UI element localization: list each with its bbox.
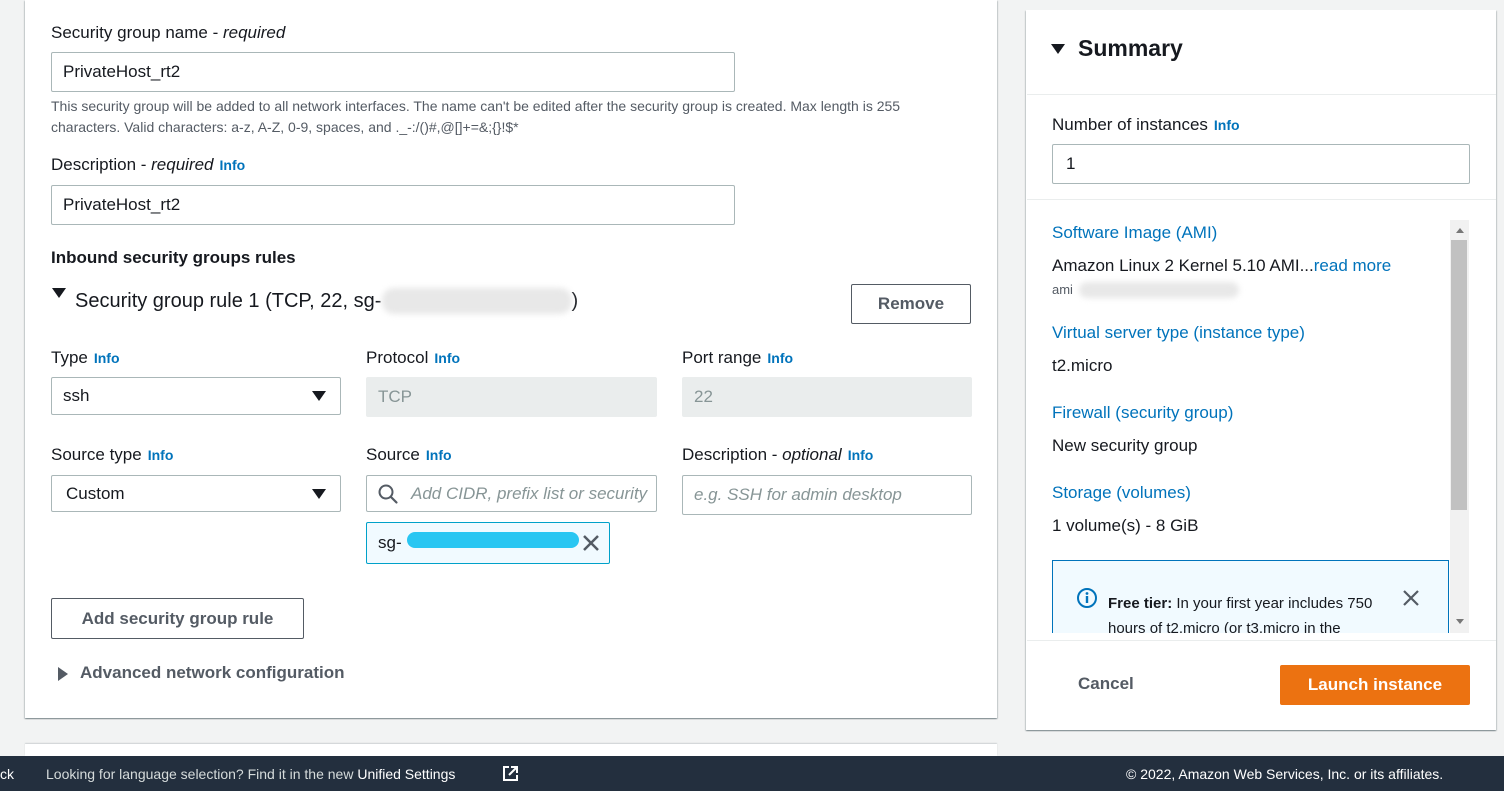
rule-description-info-link[interactable]: Info: [848, 447, 874, 463]
source-search-input[interactable]: Add CIDR, prefix list or security: [366, 475, 657, 512]
scroll-down-arrow-icon[interactable]: [1456, 619, 1464, 624]
source-type-label: Source type Info: [51, 445, 174, 464]
search-icon: [378, 484, 398, 504]
summary-divider: [1027, 640, 1496, 641]
summary-collapse-icon[interactable]: [1051, 44, 1065, 54]
firewall-value: New security group: [1052, 436, 1198, 455]
port-range-field: 22: [682, 377, 972, 417]
source-token: sg-: [366, 522, 610, 564]
instances-info-link[interactable]: Info: [1214, 117, 1240, 133]
external-link-icon: [503, 766, 518, 781]
sg-name-hint: This security group will be added to all…: [51, 98, 901, 135]
rule-expand-icon[interactable]: [52, 288, 66, 298]
rule-description-input[interactable]: e.g. SSH for admin desktop: [682, 475, 972, 515]
chevron-down-icon: [312, 391, 326, 401]
port-range-label: Port range Info: [682, 348, 794, 367]
footer-copyright: © 2022, Amazon Web Services, Inc. or its…: [1126, 766, 1444, 782]
free-tier-text: Free tier: In your first year includes 7…: [1108, 595, 1373, 633]
next-section-panel: [25, 744, 997, 756]
redacted-source-id: [407, 532, 579, 548]
launch-instance-button[interactable]: Launch instance: [1280, 665, 1470, 705]
source-type-info-link[interactable]: Info: [148, 447, 174, 463]
source-label: Source Info: [366, 445, 452, 464]
footer-language-text: Looking for language selection? Find it …: [46, 766, 456, 782]
redacted-ami-id: [1079, 282, 1239, 298]
add-security-group-rule-button[interactable]: Add security group rule: [51, 598, 304, 639]
storage-value: 1 volume(s) - 8 GiB: [1052, 516, 1199, 535]
rule-description-label: Description - optional Info: [682, 445, 874, 464]
sg-name-label: Security group name - required: [51, 23, 286, 42]
description-label: Description - required Info: [51, 155, 246, 174]
source-type-select[interactable]: Custom: [51, 475, 341, 512]
summary-details: Software Image (AMI) Amazon Linux 2 Kern…: [1027, 220, 1470, 633]
close-icon[interactable]: [1401, 588, 1421, 608]
chevron-down-icon: [312, 488, 326, 499]
chevron-right-icon[interactable]: [58, 667, 68, 681]
protocol-info-link[interactable]: Info: [434, 350, 460, 366]
scroll-up-arrow-icon[interactable]: [1456, 228, 1464, 233]
footer: ck Looking for language selection? Find …: [0, 756, 1504, 791]
sg-name-input[interactable]: PrivateHost_rt2: [51, 52, 735, 92]
close-icon[interactable]: [581, 533, 601, 553]
firewall-link[interactable]: Firewall (security group): [1052, 403, 1233, 423]
type-info-link[interactable]: Info: [94, 350, 120, 366]
cancel-button[interactable]: Cancel: [1078, 674, 1134, 694]
instances-label: Number of instances Info: [1052, 115, 1240, 134]
type-select[interactable]: ssh: [51, 377, 341, 415]
type-label: Type Info: [51, 348, 120, 367]
footer-feedback-fragment[interactable]: ck: [0, 766, 14, 782]
advanced-network-config-toggle[interactable]: Advanced network configuration: [80, 663, 344, 683]
protocol-label: Protocol Info: [366, 348, 461, 367]
summary-title: Summary: [1078, 35, 1183, 61]
ami-link[interactable]: Software Image (AMI): [1052, 223, 1217, 243]
instance-type-value: t2.micro: [1052, 356, 1113, 375]
instances-input[interactable]: 1: [1052, 144, 1470, 184]
description-info-link[interactable]: Info: [220, 157, 246, 173]
scrollbar-thumb[interactable]: [1451, 240, 1467, 510]
remove-rule-button[interactable]: Remove: [851, 284, 971, 324]
redacted-sg-id: [382, 288, 572, 314]
summary-divider: [1027, 94, 1496, 95]
port-range-info-link[interactable]: Info: [767, 350, 793, 366]
source-info-link[interactable]: Info: [426, 447, 452, 463]
inbound-rules-heading: Inbound security groups rules: [51, 248, 296, 267]
summary-scrollbar[interactable]: [1450, 220, 1469, 633]
description-input[interactable]: PrivateHost_rt2: [51, 185, 735, 225]
read-more-link[interactable]: read more: [1314, 256, 1391, 275]
instance-type-link[interactable]: Virtual server type (instance type): [1052, 323, 1305, 343]
protocol-field: TCP: [366, 377, 657, 417]
ami-value: Amazon Linux 2 Kernel 5.10 AMI...read mo…: [1052, 256, 1392, 275]
summary-divider: [1027, 199, 1496, 200]
ami-id: ami: [1052, 282, 1073, 297]
free-tier-alert: Free tier: In your first year includes 7…: [1052, 560, 1449, 633]
storage-link[interactable]: Storage (volumes): [1052, 483, 1191, 503]
unified-settings-link[interactable]: Unified Settings: [357, 766, 455, 782]
info-icon: [1077, 588, 1097, 608]
